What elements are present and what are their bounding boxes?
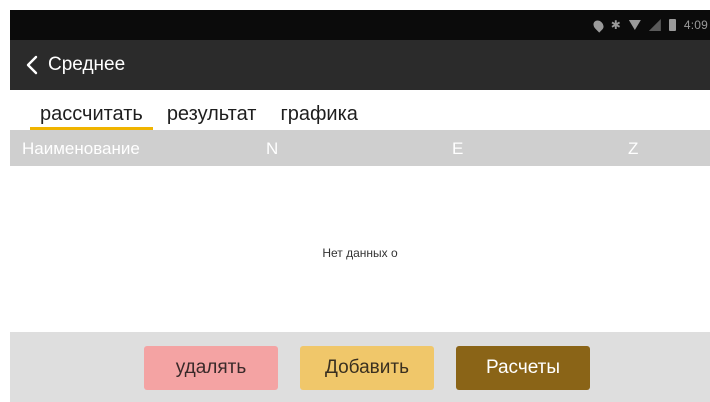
delete-button[interactable]: удалять bbox=[144, 346, 278, 390]
column-header-n: N bbox=[266, 139, 279, 158]
signal-icon bbox=[648, 19, 661, 31]
empty-state-message: Нет данных о bbox=[322, 246, 398, 260]
bluetooth-icon: ✱ bbox=[610, 18, 621, 32]
chevron-left-icon[interactable] bbox=[24, 54, 40, 76]
column-header-e: E bbox=[452, 139, 464, 158]
status-bar: ✱ 4:09 bbox=[10, 10, 710, 40]
status-time: 4:09 bbox=[683, 18, 708, 32]
page-title: Среднее bbox=[48, 54, 126, 75]
calculate-button[interactable]: Расчеты bbox=[456, 346, 590, 390]
table-header: Наименование N E Z bbox=[10, 130, 710, 166]
bottom-toolbar: удалять Добавить Расчеты bbox=[10, 332, 710, 402]
app-bar: Среднее bbox=[10, 40, 710, 90]
add-button[interactable]: Добавить bbox=[300, 346, 434, 390]
tab-graphics[interactable]: графика bbox=[270, 103, 367, 130]
tab-calculate[interactable]: рассчитать bbox=[30, 103, 153, 130]
tab-bar: рассчитать результат графика bbox=[10, 90, 710, 130]
column-header-name: Наименование bbox=[22, 139, 140, 158]
tab-result[interactable]: результат bbox=[157, 103, 267, 130]
table-body[interactable]: Нет данных о bbox=[10, 166, 710, 332]
battery-icon bbox=[668, 19, 676, 31]
wifi-icon bbox=[628, 20, 641, 30]
app-screen: ✱ 4:09 Среднее рассчитать результат граф… bbox=[10, 10, 710, 402]
location-icon bbox=[591, 17, 606, 33]
column-header-z: Z bbox=[628, 139, 639, 158]
